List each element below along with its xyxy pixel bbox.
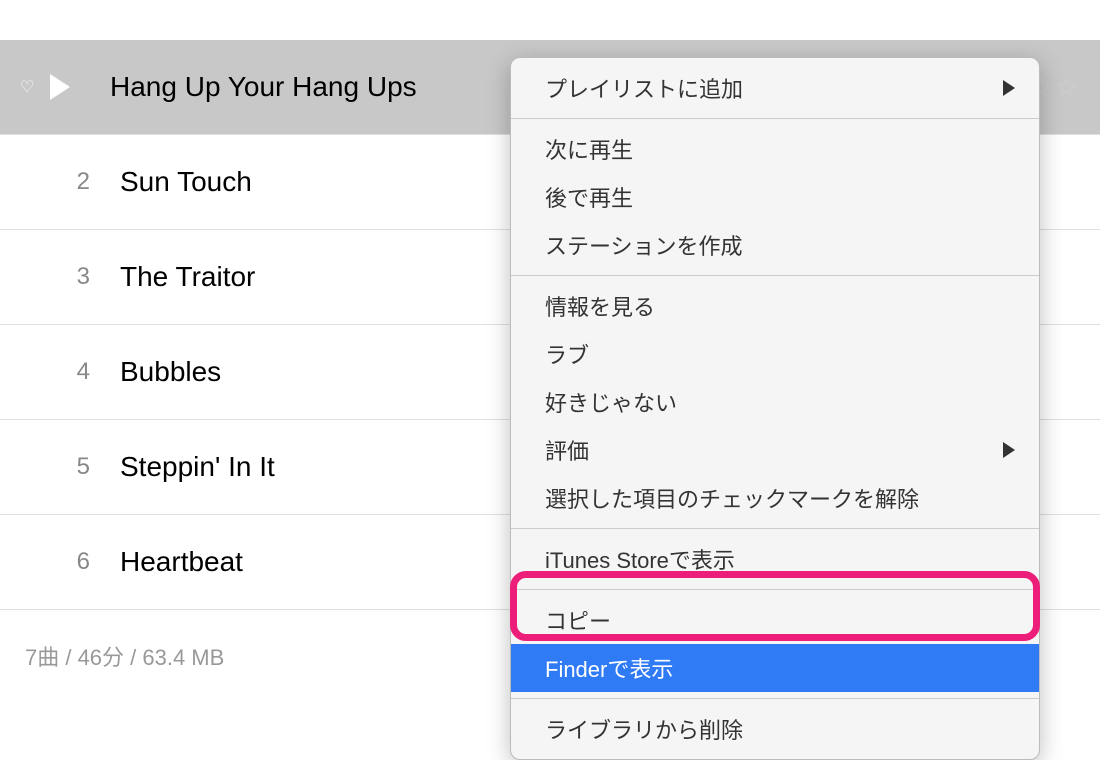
menu-play-later[interactable]: 後で再生	[511, 173, 1039, 221]
track-number: 2	[50, 168, 90, 196]
menu-love[interactable]: ラブ	[511, 330, 1039, 378]
track-title: Sun Touch	[120, 166, 252, 198]
track-number: 3	[50, 263, 90, 291]
menu-rating[interactable]: 評価	[511, 426, 1039, 474]
menu-add-to-playlist[interactable]: プレイリストに追加	[511, 64, 1039, 112]
track-title: Heartbeat	[120, 546, 243, 578]
menu-separator	[511, 528, 1039, 529]
menu-separator	[511, 698, 1039, 699]
track-number: 4	[50, 358, 90, 386]
menu-uncheck[interactable]: 選択した項目のチェックマークを解除	[511, 474, 1039, 522]
context-menu: プレイリストに追加 次に再生 後で再生 ステーションを作成 情報を見る ラブ 好…	[510, 57, 1040, 760]
track-title: The Traitor	[120, 261, 255, 293]
menu-show-in-store[interactable]: iTunes Storeで表示	[511, 535, 1039, 583]
menu-separator	[511, 118, 1039, 119]
menu-separator	[511, 589, 1039, 590]
menu-show-in-finder[interactable]: Finderで表示	[511, 644, 1039, 692]
menu-dislike[interactable]: 好きじゃない	[511, 378, 1039, 426]
menu-remove-from-library[interactable]: ライブラリから削除	[511, 705, 1039, 753]
heart-icon: ♡	[20, 77, 40, 97]
play-icon[interactable]	[50, 74, 70, 100]
menu-play-next[interactable]: 次に再生	[511, 125, 1039, 173]
track-number: 6	[50, 548, 90, 576]
track-title: Steppin' In It	[120, 451, 275, 483]
track-number: 5	[50, 453, 90, 481]
menu-copy[interactable]: コピー	[511, 596, 1039, 644]
menu-get-info[interactable]: 情報を見る	[511, 282, 1039, 330]
track-title: Bubbles	[120, 356, 221, 388]
track-title: Hang Up Your Hang Ups	[110, 71, 417, 103]
menu-separator	[511, 275, 1039, 276]
menu-create-station[interactable]: ステーションを作成	[511, 221, 1039, 269]
